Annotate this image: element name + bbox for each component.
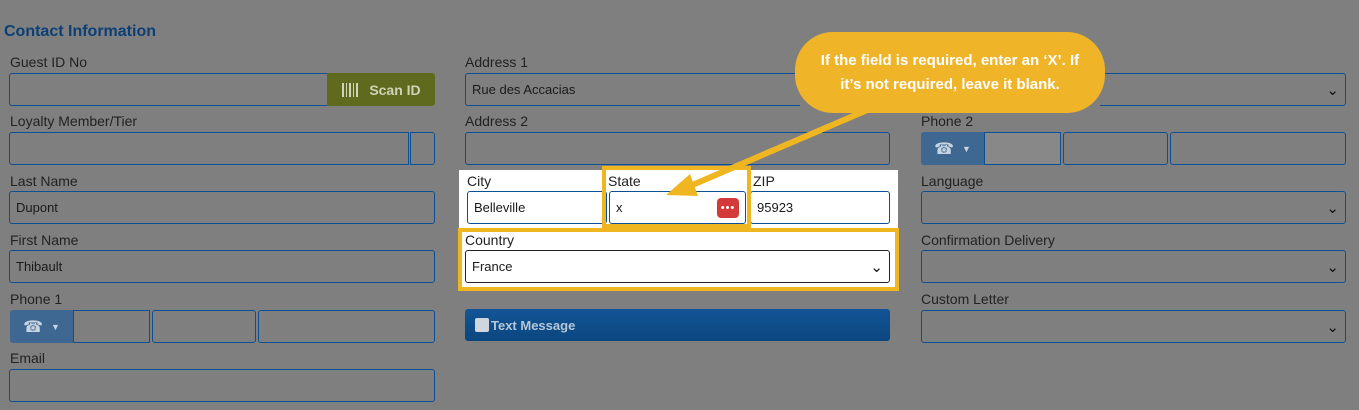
callout-text: If the field is required, enter an ‘X’. … bbox=[820, 51, 1080, 93]
instruction-callout: If the field is required, enter an ‘X’. … bbox=[795, 32, 1105, 113]
callout-arrow bbox=[666, 105, 875, 196]
